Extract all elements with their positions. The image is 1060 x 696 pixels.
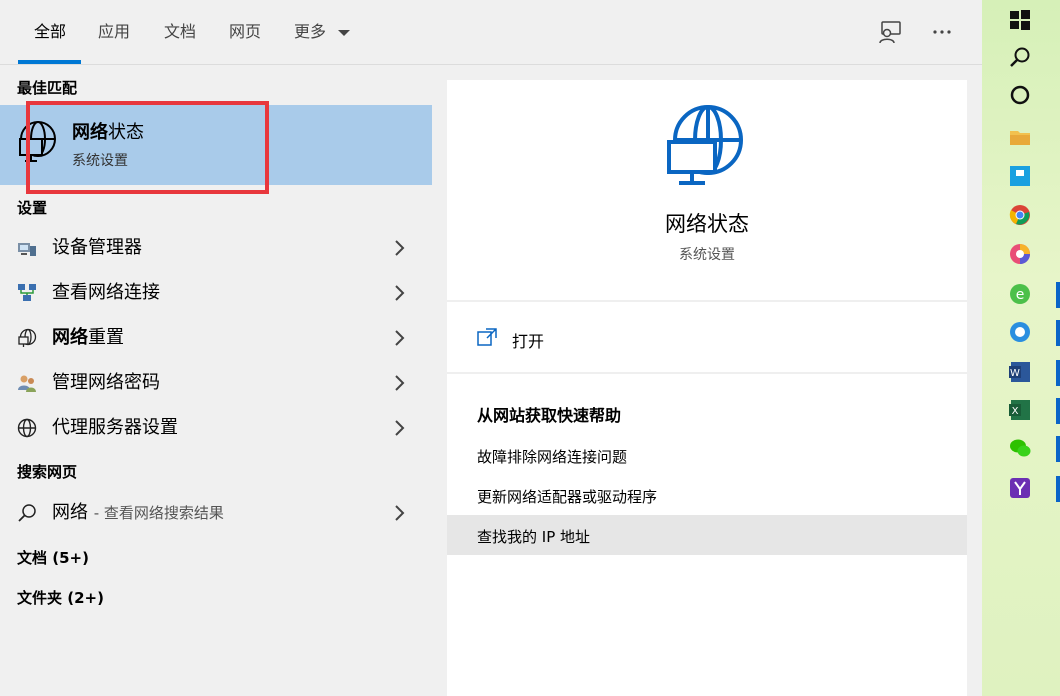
help-link-find-ip[interactable]: 查找我的 IP 地址 [477, 526, 590, 547]
network-connections-icon [18, 284, 36, 301]
divider [447, 372, 967, 374]
more-options-icon[interactable] [928, 18, 956, 46]
browser-icon[interactable] [1008, 242, 1032, 266]
chevron-right-icon[interactable] [392, 238, 408, 258]
result-label: 网络 - 查看网络搜索结果 [52, 502, 224, 523]
result-label: 管理网络密码 [52, 372, 160, 393]
running-indicator [1056, 320, 1060, 346]
result-label: 代理服务器设置 [52, 417, 178, 438]
running-indicator [1056, 476, 1060, 502]
open-icon [477, 328, 497, 346]
tab-web[interactable]: 网页 [229, 20, 261, 44]
users-key-icon [18, 375, 36, 392]
result-web-search[interactable]: 网络 - 查看网络搜索结果 [0, 491, 432, 535]
tab-all[interactable]: 全部 [34, 20, 66, 44]
result-proxy-settings[interactable]: 代理服务器设置 [0, 406, 432, 450]
chevron-right-icon[interactable] [392, 503, 408, 523]
result-view-network-connections[interactable]: 查看网络连接 [0, 271, 432, 315]
svg-text:X: X [1012, 406, 1019, 417]
tab-apps[interactable]: 应用 [98, 20, 130, 44]
excel-icon[interactable]: X [1008, 398, 1032, 422]
divider [447, 300, 967, 302]
section-search-web: 搜索网页 [17, 463, 78, 481]
caret-down-icon [338, 29, 351, 36]
globe-monitor-icon [19, 121, 56, 162]
result-label: 设备管理器 [52, 237, 142, 258]
help-heading: 从网站获取快速帮助 [477, 406, 622, 425]
running-indicator [1056, 360, 1060, 386]
tab-documents[interactable]: 文档 [164, 20, 196, 44]
svg-text:W: W [1010, 368, 1020, 379]
active-tab-indicator [18, 60, 81, 64]
search-icon[interactable] [1008, 45, 1032, 69]
best-match-subtitle: 系统设置 [72, 153, 128, 169]
chevron-right-icon[interactable] [392, 373, 408, 393]
app-icon[interactable] [1008, 476, 1032, 500]
globe-monitor-icon [18, 328, 37, 347]
taskbar: e W X [982, 0, 1060, 696]
file-explorer-icon[interactable] [1008, 125, 1032, 149]
running-indicator [1056, 282, 1060, 308]
ie-browser-icon[interactable]: e [1008, 282, 1032, 306]
tab-more[interactable]: 更多 [294, 20, 351, 44]
store-app-icon[interactable] [1008, 164, 1032, 188]
section-best-match: 最佳匹配 [17, 79, 78, 97]
result-device-manager[interactable]: 设备管理器 [0, 226, 432, 270]
globe-icon [17, 418, 37, 438]
word-icon[interactable]: W [1008, 360, 1032, 384]
globe-monitor-icon [667, 105, 743, 185]
open-action[interactable]: 打开 [512, 328, 544, 352]
search-scope-bar: 全部 应用 文档 网页 更多 [0, 0, 982, 65]
qq-browser-icon[interactable] [1008, 320, 1032, 344]
best-match-title: 网络状态 [72, 122, 144, 143]
section-documents[interactable]: 文档 (5+) [17, 547, 89, 568]
result-network-reset[interactable]: 网络重置 [0, 316, 432, 360]
chevron-right-icon[interactable] [392, 328, 408, 348]
chrome-icon[interactable] [1008, 203, 1032, 227]
search-panel: 全部 应用 文档 网页 更多 最佳匹配 网络状态 系统设置 设置 设备管理器 查… [0, 0, 982, 696]
search-icon [18, 504, 36, 522]
result-label: 网络重置 [52, 327, 124, 348]
windows-start-icon[interactable] [1008, 8, 1032, 32]
help-link-troubleshoot[interactable]: 故障排除网络连接问题 [477, 446, 627, 467]
preview-pane: 网络状态 系统设置 打开 从网站获取快速帮助 故障排除网络连接问题 更新网络适配… [447, 80, 967, 696]
chevron-right-icon[interactable] [392, 283, 408, 303]
cortana-icon[interactable] [1008, 83, 1032, 107]
chevron-right-icon[interactable] [392, 418, 408, 438]
result-label: 查看网络连接 [52, 282, 160, 303]
running-indicator [1056, 398, 1060, 424]
help-link-update-driver[interactable]: 更新网络适配器或驱动程序 [477, 486, 657, 507]
tab-more-label: 更多 [294, 22, 327, 41]
section-folders[interactable]: 文件夹 (2+) [17, 587, 104, 608]
result-manage-network-passwords[interactable]: 管理网络密码 [0, 361, 432, 405]
section-settings: 设置 [17, 199, 48, 217]
feedback-icon[interactable] [876, 18, 904, 46]
best-match-result[interactable] [0, 105, 432, 185]
wechat-icon[interactable] [1008, 436, 1032, 460]
device-manager-icon [18, 243, 36, 256]
preview-title: 网络状态 [665, 212, 749, 236]
running-indicator [1056, 436, 1060, 462]
preview-subtitle: 系统设置 [679, 247, 735, 263]
svg-text:e: e [1016, 287, 1025, 303]
